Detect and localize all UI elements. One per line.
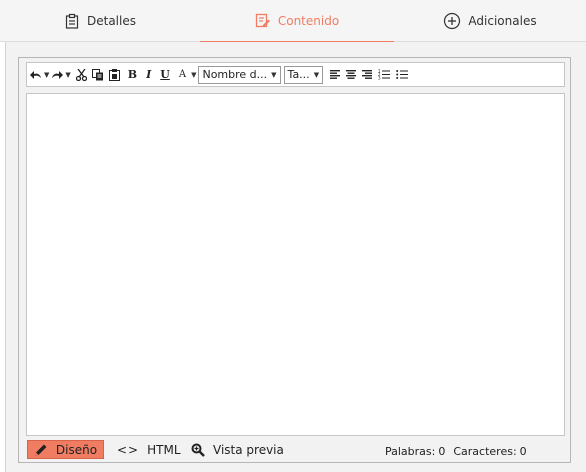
editor-content-area[interactable] [26,93,565,436]
align-right-button[interactable] [362,66,373,84]
plus-circle-icon [443,12,461,30]
unordered-list-button[interactable] [396,66,409,84]
tab-content[interactable]: Contenido [200,0,394,43]
editor-toolbar: ▼ ▼ B I U A ▼ Nombre d... ▼ Ta... ▼ 123 [26,62,565,87]
copy-button[interactable] [91,66,104,84]
tab-additional-label: Adicionales [468,14,537,28]
tab-content-label: Contenido [277,14,340,28]
bold-button[interactable]: B [128,66,137,84]
paste-button[interactable] [108,66,120,84]
chars-count: 0 [519,445,527,458]
ordered-list-button[interactable]: 123 [378,66,391,84]
font-color-button[interactable]: A ▼ [179,66,197,84]
chevron-down-icon[interactable]: ▼ [44,71,49,79]
undo-button[interactable]: ▼ [30,66,49,84]
redo-icon [52,70,64,79]
font-name-value: Nombre d... [202,68,268,81]
magnifier-icon [191,443,205,457]
chevron-down-icon[interactable]: ▼ [191,71,196,79]
undo-icon [30,70,41,79]
font-color-label: A [178,69,187,80]
preview-mode-label: Vista previa [213,442,284,457]
chars-label: Caracteres: [453,445,517,458]
chevron-down-icon: ▼ [271,70,277,79]
align-center-button[interactable] [346,66,357,84]
font-name-select[interactable]: Nombre d... ▼ [198,65,281,84]
preview-mode-button[interactable]: Vista previa [191,440,284,459]
unordered-list-icon [396,70,409,79]
paste-icon [108,68,120,81]
scissors-icon [75,68,87,81]
design-mode-button[interactable]: Diseño [27,440,104,459]
html-mode-label: HTML [147,442,181,457]
copy-icon [91,68,103,80]
clipboard-icon [64,13,80,29]
pencil-icon [34,444,47,456]
tab-details-label: Detalles [87,14,136,28]
font-size-value: Ta... [287,68,310,81]
edit-document-icon [255,13,271,29]
redo-button[interactable]: ▼ [51,66,71,84]
ordered-list-icon: 123 [378,69,391,81]
chevron-down-icon[interactable]: ▼ [65,71,70,79]
chevron-down-icon: ▼ [313,70,320,79]
cut-button[interactable] [75,66,87,84]
word-char-counter: Palabras: 0 Caracteres: 0 [385,445,530,458]
tab-additional[interactable]: Adicionales [394,0,586,42]
align-left-icon [330,70,341,79]
align-left-button[interactable] [330,66,341,84]
underline-button[interactable]: U [160,66,170,84]
tab-bar: Detalles Contenido Adicionales [0,0,586,43]
align-right-icon [362,70,373,79]
design-mode-label: Diseño [55,442,98,457]
tab-details[interactable]: Detalles [0,0,200,42]
align-center-icon [346,70,357,79]
words-label: Palabras: [385,445,436,458]
italic-button[interactable]: I [146,66,151,84]
code-icon: <> [117,442,140,457]
font-size-select[interactable]: Ta... ▼ [283,65,324,84]
svg-text:3: 3 [378,76,381,81]
words-count: 0 [438,445,446,458]
html-mode-button[interactable]: <> HTML [117,440,181,459]
